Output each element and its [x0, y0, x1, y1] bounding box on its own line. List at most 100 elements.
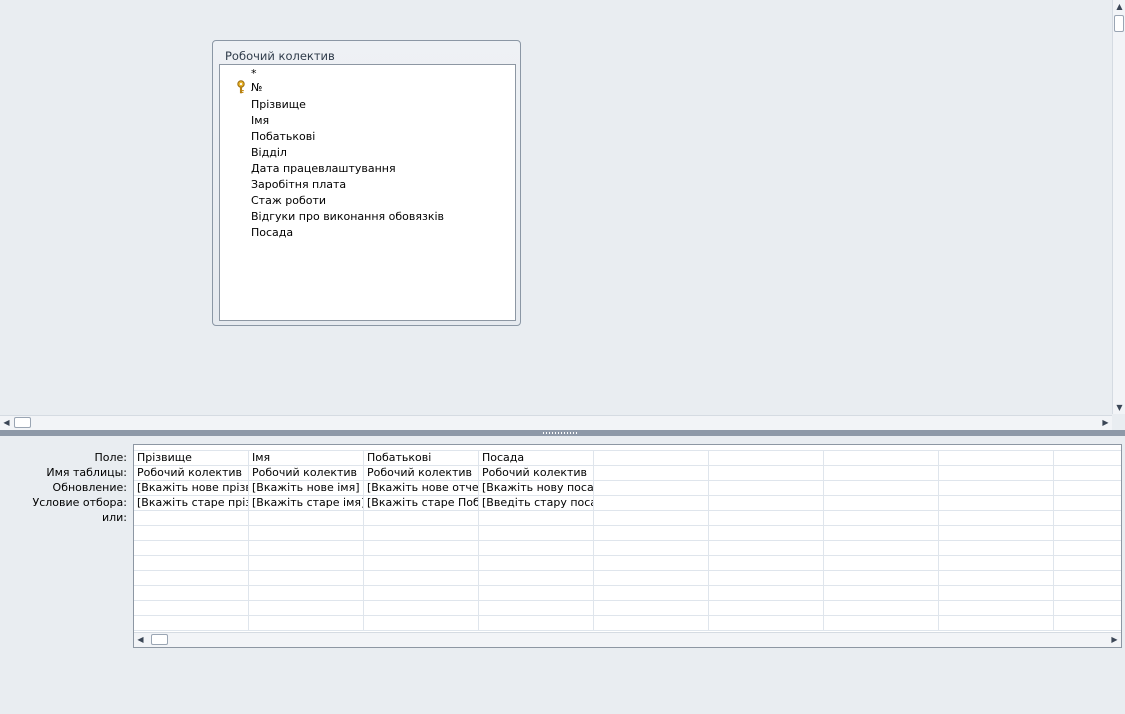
field-item-experience[interactable]: Стаж роботи — [251, 193, 326, 209]
grid-cell-extra[interactable] — [479, 601, 594, 615]
table-field-list-window[interactable]: Робочий колектив * № Прізвище Імя Побать… — [212, 40, 521, 326]
grid-cell-table[interactable] — [1054, 466, 1121, 480]
grid-cell-field[interactable]: Прізвище — [134, 451, 249, 465]
grid-cell-extra[interactable] — [479, 571, 594, 585]
grid-cell-extra[interactable] — [134, 541, 249, 555]
grid-cell-extra[interactable] — [479, 556, 594, 570]
grid-cell-extra[interactable] — [364, 526, 479, 540]
grid-cell-extra[interactable] — [939, 616, 1054, 630]
grid-cell-criteria[interactable]: [Вкажіть старе прізвище] — [134, 496, 249, 510]
grid-cell-extra[interactable] — [824, 556, 939, 570]
grid-cell-table[interactable]: Робочий колектив — [364, 466, 479, 480]
grid-cell-or[interactable] — [594, 511, 709, 525]
grid-cell-extra[interactable] — [249, 616, 364, 630]
grid-cell-criteria[interactable] — [709, 496, 824, 510]
grid-cell-extra[interactable] — [824, 526, 939, 540]
arrow-left-icon[interactable]: ◀ — [134, 633, 147, 646]
horizontal-scrollbar-grid[interactable]: ◀ ▶ — [134, 632, 1121, 647]
grid-cell-field[interactable]: Імя — [249, 451, 364, 465]
field-item-number[interactable]: № — [251, 80, 262, 96]
grid-cell-extra[interactable] — [479, 616, 594, 630]
grid-cell-or[interactable] — [134, 511, 249, 525]
arrow-right-icon[interactable]: ▶ — [1108, 633, 1121, 646]
grid-cell-field[interactable] — [939, 451, 1054, 465]
grid-cell-table[interactable]: Робочий колектив — [249, 466, 364, 480]
grid-cell-extra[interactable] — [594, 571, 709, 585]
grid-cell-update[interactable]: [Вкажіть нове прізвище] — [134, 481, 249, 495]
field-item-salary[interactable]: Заробітня плата — [251, 177, 346, 193]
grid-cell-extra[interactable] — [709, 541, 824, 555]
grid-cell-extra[interactable] — [939, 541, 1054, 555]
arrow-left-icon[interactable]: ◀ — [0, 416, 13, 429]
grid-cell-field[interactable] — [1054, 451, 1121, 465]
grid-cell-extra[interactable] — [709, 571, 824, 585]
grid-cell-extra[interactable] — [824, 601, 939, 615]
grid-cell-extra[interactable] — [479, 541, 594, 555]
field-item-feedback[interactable]: Відгуки про виконання обовязків — [251, 209, 444, 225]
grid-cell-extra[interactable] — [824, 616, 939, 630]
grid-cell-extra[interactable] — [824, 541, 939, 555]
grid-cell-update[interactable]: [Вкажіть нове отчество] — [364, 481, 479, 495]
field-item-name[interactable]: Імя — [251, 113, 269, 129]
grid-cell-field[interactable] — [709, 451, 824, 465]
horizontal-scrollbar-design[interactable]: ◀ ▶ — [0, 415, 1112, 430]
grid-cell-update[interactable] — [939, 481, 1054, 495]
field-item-surname[interactable]: Прізвище — [251, 97, 306, 113]
grid-cell-extra[interactable] — [594, 586, 709, 600]
grid-cell-extra[interactable] — [364, 601, 479, 615]
grid-cell-or[interactable] — [479, 511, 594, 525]
field-item-patronymic[interactable]: Побатькові — [251, 129, 315, 145]
grid-cell-extra[interactable] — [939, 526, 1054, 540]
grid-cell-extra[interactable] — [134, 601, 249, 615]
grid-cell-extra[interactable] — [709, 526, 824, 540]
field-list[interactable]: * № Прізвище Імя Побатькові Відділ Дата … — [219, 64, 516, 321]
grid-cell-extra[interactable] — [824, 571, 939, 585]
grid-cell-extra[interactable] — [939, 571, 1054, 585]
grid-cell-or[interactable] — [364, 511, 479, 525]
grid-cell-extra[interactable] — [249, 556, 364, 570]
grid-cell-extra[interactable] — [134, 586, 249, 600]
grid-cell-update[interactable]: [Вкажіть нову посаду] — [479, 481, 594, 495]
grid-cell-extra[interactable] — [824, 586, 939, 600]
grid-cell-extra[interactable] — [134, 571, 249, 585]
grid-cell-extra[interactable] — [709, 556, 824, 570]
grid-cell-criteria[interactable]: [Вкажіть старе Побатькові] — [364, 496, 479, 510]
grid-cell-extra[interactable] — [1054, 601, 1121, 615]
grid-cell-table[interactable]: Робочий колектив — [134, 466, 249, 480]
grid-cell-extra[interactable] — [479, 526, 594, 540]
grid-cell-extra[interactable] — [709, 586, 824, 600]
grid-cell-extra[interactable] — [249, 601, 364, 615]
vertical-scroll-thumb[interactable] — [1114, 15, 1124, 32]
grid-cell-extra[interactable] — [134, 616, 249, 630]
arrow-up-icon[interactable]: ▲ — [1113, 0, 1125, 13]
grid-cell-extra[interactable] — [1054, 541, 1121, 555]
grid-cell-field[interactable] — [594, 451, 709, 465]
grid-cell-criteria[interactable]: [Вкажіть старе імя] — [249, 496, 364, 510]
grid-cell-extra[interactable] — [1054, 556, 1121, 570]
grid-cell-criteria[interactable] — [1054, 496, 1121, 510]
grid-cell-extra[interactable] — [134, 556, 249, 570]
grid-cell-extra[interactable] — [939, 601, 1054, 615]
grid-cell-extra[interactable] — [249, 586, 364, 600]
horizontal-scroll-thumb-design[interactable] — [14, 417, 31, 428]
grid-cell-field[interactable]: Побатькові — [364, 451, 479, 465]
grid-cell-field[interactable] — [824, 451, 939, 465]
field-item-hire-date[interactable]: Дата працевлаштування — [251, 161, 396, 177]
grid-cell-extra[interactable] — [709, 601, 824, 615]
grid-cell-extra[interactable] — [249, 541, 364, 555]
grid-cell-extra[interactable] — [594, 601, 709, 615]
grid-cell-or[interactable] — [249, 511, 364, 525]
vertical-scrollbar[interactable]: ▲ ▼ — [1112, 0, 1125, 414]
grid-cell-extra[interactable] — [939, 556, 1054, 570]
horizontal-scroll-thumb-grid[interactable] — [151, 634, 168, 645]
grid-cell-extra[interactable] — [709, 616, 824, 630]
grid-cell-extra[interactable] — [1054, 616, 1121, 630]
grid-cell-or[interactable] — [824, 511, 939, 525]
grid-cell-extra[interactable] — [364, 571, 479, 585]
arrow-right-icon[interactable]: ▶ — [1099, 416, 1112, 429]
grid-cell-extra[interactable] — [364, 586, 479, 600]
grid-cell-extra[interactable] — [364, 556, 479, 570]
query-design-grid[interactable]: Прізвище Імя Побатькові Посада Робочий колек… — [133, 444, 1122, 648]
grid-cell-table[interactable] — [824, 466, 939, 480]
table-title[interactable]: Робочий колектив — [225, 49, 335, 63]
